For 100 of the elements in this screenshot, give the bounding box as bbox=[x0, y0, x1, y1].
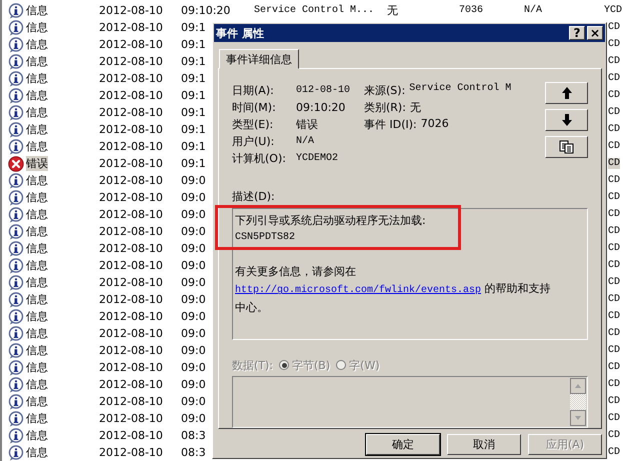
down-arrow-icon bbox=[562, 114, 572, 126]
event-type[interactable]: 信息 bbox=[26, 139, 48, 154]
event-type[interactable]: 信息 bbox=[26, 292, 48, 307]
info-icon bbox=[8, 88, 24, 104]
info-icon bbox=[8, 190, 24, 206]
event-date: 2012-08-10 bbox=[99, 242, 163, 255]
event-time: 09:0 bbox=[181, 293, 206, 306]
info-icon bbox=[8, 444, 24, 460]
field-value: 7026 bbox=[420, 117, 449, 132]
event-type[interactable]: 信息 bbox=[26, 190, 48, 205]
event-computer: YCD bbox=[604, 5, 622, 16]
event-date: 2012-08-10 bbox=[99, 446, 163, 459]
event-computer: CD bbox=[608, 192, 620, 203]
event-type[interactable]: 信息 bbox=[26, 88, 48, 103]
description-text: 有关更多信息，请参阅在 bbox=[235, 264, 357, 280]
event-date: 2012-08-10 bbox=[99, 174, 163, 187]
info-icon bbox=[8, 292, 24, 308]
event-computer: CD bbox=[608, 277, 620, 288]
event-type[interactable]: 信息 bbox=[26, 224, 48, 239]
event-computer: CD bbox=[608, 39, 620, 50]
event-type[interactable]: 信息 bbox=[26, 122, 48, 137]
event-type[interactable]: 信息 bbox=[26, 326, 48, 341]
close-button[interactable]: × bbox=[587, 26, 603, 40]
event-type[interactable]: 信息 bbox=[26, 360, 48, 375]
event-time: 09:1 bbox=[181, 38, 206, 51]
event-type[interactable]: 信息 bbox=[26, 275, 48, 290]
event-type[interactable]: 信息 bbox=[26, 241, 48, 256]
event-date: 2012-08-10 bbox=[99, 412, 163, 425]
field-value: 错误 bbox=[296, 117, 319, 132]
event-computer: CD bbox=[608, 345, 620, 356]
event-type[interactable]: 信息 bbox=[26, 37, 48, 52]
event-date: 2012-08-10 bbox=[99, 21, 163, 34]
event-type[interactable]: 信息 bbox=[26, 71, 48, 86]
event-type[interactable]: 信息 bbox=[26, 445, 48, 460]
field-value: 09:10:20 bbox=[296, 101, 346, 114]
event-type[interactable]: 信息 bbox=[26, 309, 48, 324]
dialog-button[interactable]: 取消 bbox=[447, 434, 521, 455]
event-type[interactable]: 信息 bbox=[26, 258, 48, 273]
event-date: 2012-08-10 bbox=[99, 310, 163, 323]
info-icon bbox=[8, 206, 24, 222]
event-computer: CD bbox=[608, 107, 620, 118]
info-icon bbox=[8, 224, 24, 240]
dialog-button[interactable]: 确定 bbox=[366, 434, 440, 455]
scroll-up-button[interactable] bbox=[570, 378, 586, 394]
event-type[interactable]: 信息 bbox=[26, 105, 48, 120]
info-icon bbox=[8, 70, 24, 86]
event-type[interactable]: 信息 bbox=[26, 54, 48, 69]
event-time: 09:1 bbox=[181, 55, 206, 68]
previous-button[interactable] bbox=[545, 82, 588, 104]
event-type[interactable]: 信息 bbox=[26, 428, 48, 443]
event-type[interactable]: 信息 bbox=[26, 394, 48, 409]
info-icon bbox=[8, 326, 24, 342]
description-text: 下列引导或系统启动驱动程序无法加载: bbox=[235, 213, 427, 230]
event-type[interactable]: 信息 bbox=[26, 173, 48, 188]
up-arrow-icon bbox=[562, 87, 572, 99]
copy-button[interactable] bbox=[545, 136, 588, 158]
event-date: 2012-08-10 bbox=[99, 378, 163, 391]
info-icon bbox=[8, 394, 24, 410]
event-type[interactable]: 信息 bbox=[26, 411, 48, 426]
event-time: 09:0 bbox=[181, 174, 206, 187]
event-computer: CD bbox=[608, 141, 620, 152]
event-time: 09:0 bbox=[181, 191, 206, 204]
info-icon bbox=[8, 122, 24, 138]
event-time: 09:1 bbox=[181, 21, 206, 34]
event-type[interactable]: 错误 bbox=[26, 156, 48, 171]
event-date: 2012-08-10 bbox=[99, 89, 163, 102]
field-label: 事件 ID(I): bbox=[364, 117, 417, 132]
field-value: 012-08-10 bbox=[296, 85, 352, 96]
event-time: 09:1 bbox=[181, 140, 206, 153]
field-label: 用户(U): bbox=[232, 134, 276, 149]
help-link[interactable]: http://go.microsoft.com/fwlink/events.asp bbox=[235, 285, 482, 296]
event-type[interactable]: 信息 bbox=[26, 377, 48, 392]
info-icon bbox=[8, 428, 24, 444]
event-date: 2012-08-10 bbox=[99, 327, 163, 340]
event-time: 09:0 bbox=[181, 344, 206, 357]
scrollbar[interactable] bbox=[570, 378, 586, 426]
info-icon bbox=[8, 376, 24, 392]
event-computer: CD bbox=[608, 260, 620, 271]
event-type[interactable]: 信息 bbox=[26, 20, 48, 35]
info-icon bbox=[8, 138, 24, 154]
info-icon bbox=[8, 104, 24, 120]
copy-icon bbox=[558, 140, 574, 154]
field-label: 来源(S): bbox=[364, 83, 406, 98]
field-value: YCDEMO2 bbox=[296, 153, 340, 164]
event-type[interactable]: 信息 bbox=[26, 3, 48, 18]
tab[interactable]: 事件详细信息 bbox=[219, 49, 299, 69]
scroll-down-button[interactable] bbox=[570, 410, 586, 426]
help-button[interactable]: ? bbox=[569, 26, 585, 40]
event-computer: CD bbox=[608, 447, 620, 458]
field-value: N/A bbox=[296, 136, 316, 147]
event-time: 09:0 bbox=[181, 412, 206, 425]
info-icon bbox=[8, 20, 24, 36]
event-type[interactable]: 信息 bbox=[26, 343, 48, 358]
event-date: 2012-08-10 bbox=[99, 55, 163, 68]
event-time: 09:0 bbox=[181, 276, 206, 289]
event-type[interactable]: 信息 bbox=[26, 207, 48, 222]
next-button[interactable] bbox=[545, 109, 588, 131]
event-computer: CD bbox=[608, 73, 620, 84]
event-date: 2012-08-10 bbox=[99, 395, 163, 408]
event-date: 2012-08-10 bbox=[99, 4, 163, 17]
